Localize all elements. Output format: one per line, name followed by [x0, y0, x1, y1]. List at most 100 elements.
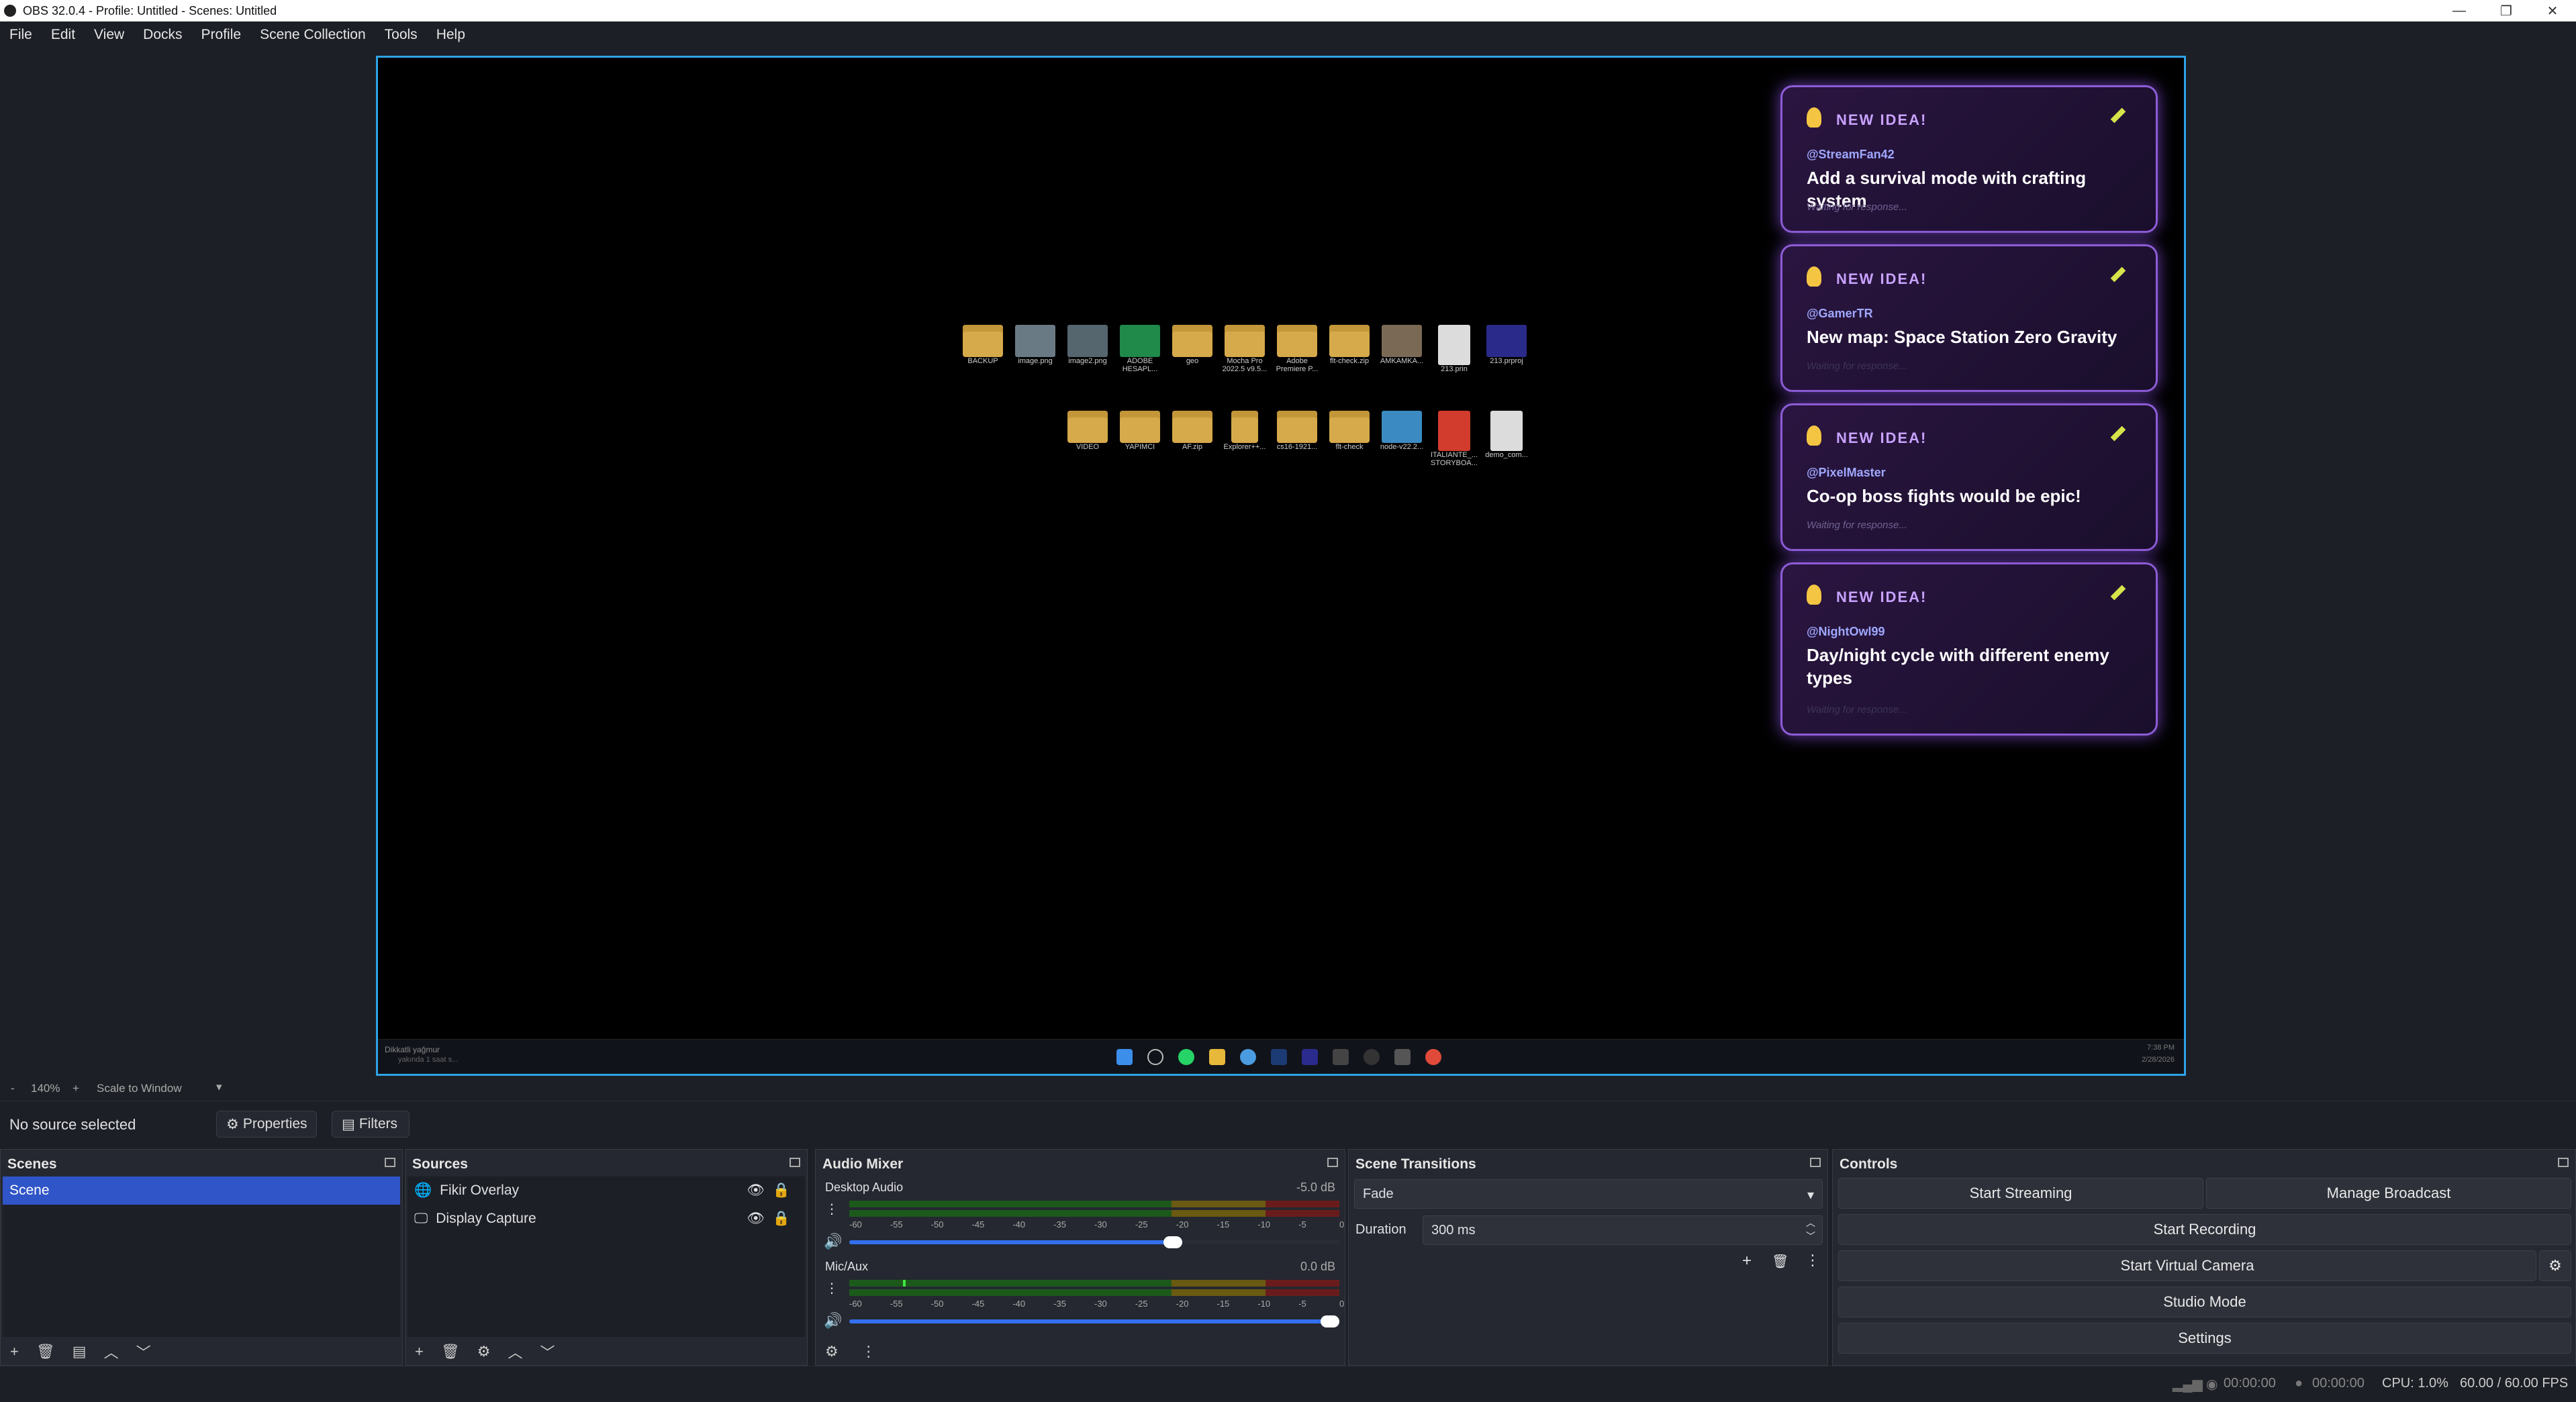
pencil-icon: [2110, 585, 2126, 601]
undock-icon[interactable]: [385, 1158, 395, 1167]
chevron-down-icon: ▾: [1807, 1188, 1814, 1203]
scenes-dock: Scenes Scene + 🗑 ▤ ︿ ﹀: [0, 1149, 403, 1366]
start-virtual-camera-button[interactable]: Start Virtual Camera: [1838, 1250, 2536, 1281]
desktop-icon: flt-check: [1325, 411, 1374, 451]
trash-icon[interactable]: 🗑: [1772, 1253, 1788, 1270]
transition-select[interactable]: Fade ▾: [1354, 1179, 1823, 1209]
duration-value: 300 ms: [1431, 1223, 1476, 1238]
source-item[interactable]: 🖵 Display Capture 👁 🔒: [408, 1205, 805, 1233]
menu-edit[interactable]: Edit: [42, 27, 85, 43]
mixer-settings-icon[interactable]: ⚙: [825, 1343, 839, 1360]
mixer-title: Audio Mixer: [822, 1156, 904, 1172]
gear-icon[interactable]: ⚙: [477, 1343, 491, 1360]
status-bar: ▂▄▆ ◉ 00:00:00 ● 00:00:00 CPU: 1.0% 60.0…: [0, 1366, 2576, 1402]
speaker-icon[interactable]: 🔊: [824, 1312, 842, 1330]
restore-button[interactable]: ❐: [2483, 0, 2530, 21]
chevron-up-icon[interactable]: ︿: [508, 1341, 523, 1362]
meter-tick-label: -5: [1298, 1219, 1306, 1230]
gear-icon: ⚙: [2548, 1257, 2562, 1274]
close-button[interactable]: ✕: [2529, 0, 2576, 21]
studio-mode-button[interactable]: Studio Mode: [1838, 1287, 2571, 1317]
card-status: Waiting for response...: [1807, 704, 1907, 715]
taskbar-notice: Dikkatli yağmur: [385, 1045, 440, 1054]
volume-slider[interactable]: [849, 1315, 1339, 1328]
desktop-icon: 213.prproj: [1482, 325, 1531, 365]
zoom-out-button[interactable]: -: [11, 1082, 15, 1095]
more-icon[interactable]: ⋮: [825, 1280, 839, 1297]
add-icon[interactable]: +: [415, 1343, 424, 1360]
lightbulb-icon: [1807, 266, 1821, 287]
card-user: @GamerTR: [1807, 307, 1873, 320]
zoom-in-button[interactable]: +: [73, 1082, 79, 1095]
desktop-icon: YAPIMCI: [1116, 411, 1164, 451]
meter-tick-label: -55: [890, 1299, 903, 1309]
spin-up-icon[interactable]: ︿: [1806, 1216, 1815, 1230]
filter-icon[interactable]: ▤: [73, 1343, 87, 1360]
undock-icon[interactable]: [2558, 1158, 2569, 1167]
trash-icon[interactable]: 🗑: [36, 1343, 55, 1360]
volume-meter: [849, 1201, 1172, 1207]
captured-taskbar: Dikkatli yağmur yakında 1 saat s... 7:38…: [378, 1039, 2184, 1074]
properties-button[interactable]: ⚙ Properties: [216, 1111, 317, 1138]
meter-tick-label: -50: [931, 1219, 944, 1230]
menu-scene-collection[interactable]: Scene Collection: [250, 27, 375, 43]
start-recording-button[interactable]: Start Recording: [1838, 1214, 2571, 1245]
volume-meter-yellow: [1172, 1210, 1266, 1217]
meter-tick-label: -45: [971, 1219, 985, 1230]
menu-profile[interactable]: Profile: [192, 27, 251, 43]
speaker-icon[interactable]: 🔊: [824, 1233, 842, 1250]
add-icon[interactable]: +: [10, 1343, 19, 1360]
browser-icon: [1425, 1049, 1441, 1065]
scene-item[interactable]: Scene: [3, 1176, 400, 1205]
more-icon[interactable]: ⋮: [1805, 1252, 1820, 1269]
eye-icon[interactable]: 👁: [747, 1183, 765, 1199]
add-icon[interactable]: +: [1742, 1252, 1752, 1270]
chevron-down-icon[interactable]: ﹀: [540, 1341, 555, 1362]
spin-down-icon[interactable]: ﹀: [1806, 1230, 1815, 1243]
minimize-button[interactable]: —: [2436, 0, 2483, 21]
start-streaming-button[interactable]: Start Streaming: [1838, 1178, 2203, 1209]
undock-icon[interactable]: [790, 1158, 800, 1167]
trash-icon[interactable]: 🗑: [441, 1343, 460, 1360]
file-explorer-icon: [1209, 1049, 1225, 1065]
settings-button[interactable]: Settings: [1838, 1323, 2571, 1354]
volume-slider-handle[interactable]: [1163, 1236, 1183, 1248]
menu-tools[interactable]: Tools: [375, 27, 427, 43]
menu-docks[interactable]: Docks: [134, 27, 191, 43]
eye-icon[interactable]: 👁: [747, 1211, 765, 1227]
menu-file[interactable]: File: [0, 27, 42, 43]
menu-help[interactable]: Help: [427, 27, 475, 43]
card-user: @NightOwl99: [1807, 625, 1885, 638]
duration-input[interactable]: 300 ms ︿ ﹀: [1423, 1215, 1823, 1245]
properties-label: Properties: [242, 1116, 307, 1132]
lightbulb-icon: [1807, 425, 1821, 446]
chevron-down-icon[interactable]: ﹀: [136, 1341, 151, 1362]
virtual-camera-settings-button[interactable]: ⚙: [2539, 1250, 2571, 1281]
record-icon: ●: [2295, 1376, 2303, 1391]
undock-icon[interactable]: [1327, 1158, 1338, 1167]
chevron-up-icon[interactable]: ︿: [104, 1341, 119, 1362]
lock-icon[interactable]: 🔒: [773, 1183, 790, 1199]
meter-tick-label: -45: [971, 1299, 985, 1309]
volume-slider-handle[interactable]: [1321, 1315, 1339, 1328]
card-message: Day/night cycle with different enemy typ…: [1807, 645, 2109, 688]
undock-icon[interactable]: [1810, 1158, 1821, 1167]
source-item[interactable]: 🌐 Fikir Overlay 👁 🔒: [408, 1176, 805, 1205]
lock-icon[interactable]: 🔒: [773, 1211, 790, 1227]
obs-taskbar-icon: [1364, 1049, 1380, 1065]
more-icon[interactable]: ⋮: [825, 1201, 839, 1217]
menu-bar: File Edit View Docks Profile Scene Colle…: [0, 21, 2576, 48]
pencil-icon: [2110, 425, 2126, 442]
menu-view[interactable]: View: [85, 27, 134, 43]
meter-tick-label: -15: [1217, 1299, 1230, 1309]
volume-meter: [849, 1280, 1172, 1287]
volume-slider[interactable]: [849, 1236, 1339, 1248]
fps-readout: 60.00 / 60.00 FPS: [2460, 1376, 2569, 1391]
zoom-mode-select[interactable]: Scale to Window: [97, 1082, 182, 1095]
manage-broadcast-button[interactable]: Manage Broadcast: [2206, 1178, 2571, 1209]
chevron-down-icon[interactable]: ▾: [216, 1081, 222, 1094]
meter-tick-label: -60: [849, 1219, 862, 1230]
volume-meter-yellow: [1172, 1280, 1266, 1287]
more-icon[interactable]: ⋮: [861, 1343, 876, 1360]
filters-button[interactable]: ▤ Filters: [332, 1111, 410, 1138]
